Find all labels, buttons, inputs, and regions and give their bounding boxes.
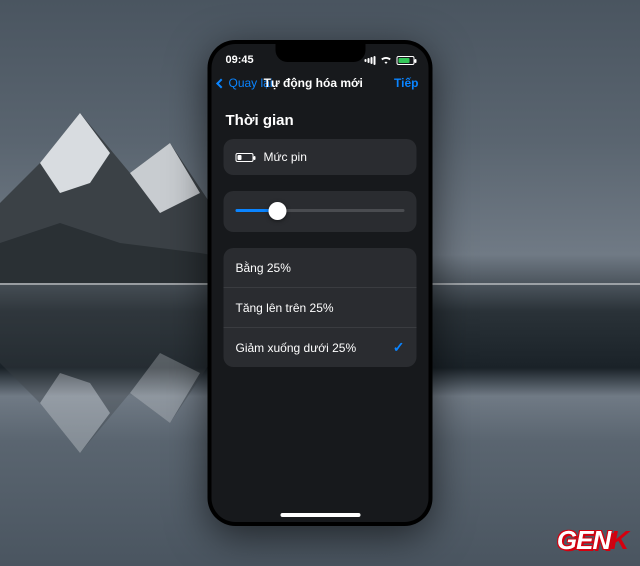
option-equals[interactable]: Bằng 25% ✓ [224, 248, 417, 287]
checkmark-icon: ✓ [393, 339, 405, 356]
battery-slider[interactable] [224, 191, 417, 232]
status-time: 09:45 [226, 54, 254, 66]
battery-level-label: Mức pin [264, 150, 307, 164]
navigation-bar: Quay lại Tự động hóa mới Tiếp [212, 70, 429, 100]
phone-frame: 09:45 Quay lại Tự động hóa mới Tiếp [208, 40, 433, 526]
option-label: Bằng 25% [236, 261, 291, 275]
notch [275, 44, 365, 62]
wifi-icon [380, 55, 393, 65]
option-falls-below[interactable]: Giảm xuống dưới 25% ✓ [224, 327, 417, 367]
watermark-logo: GENK [557, 525, 628, 556]
option-rises-above[interactable]: Tăng lên trên 25% ✓ [224, 287, 417, 327]
options-card: Bằng 25% ✓ Tăng lên trên 25% ✓ Giảm xuốn… [224, 248, 417, 367]
battery-status-icon [397, 56, 415, 65]
option-label: Giảm xuống dưới 25% [236, 341, 357, 355]
next-button[interactable]: Tiếp [394, 76, 418, 90]
option-label: Tăng lên trên 25% [236, 301, 334, 315]
home-indicator[interactable] [280, 513, 360, 517]
battery-level-row[interactable]: Mức pin [224, 139, 417, 175]
nav-title: Tự động hóa mới [233, 76, 395, 90]
signal-icon [364, 56, 376, 65]
slider-thumb[interactable] [269, 202, 287, 220]
slider-card [224, 191, 417, 232]
phone-screen: 09:45 Quay lại Tự động hóa mới Tiếp [212, 44, 429, 522]
battery-level-card: Mức pin [224, 139, 417, 175]
section-title: Thời gian [226, 112, 415, 129]
battery-icon [236, 153, 254, 162]
chevron-left-icon [216, 78, 226, 88]
